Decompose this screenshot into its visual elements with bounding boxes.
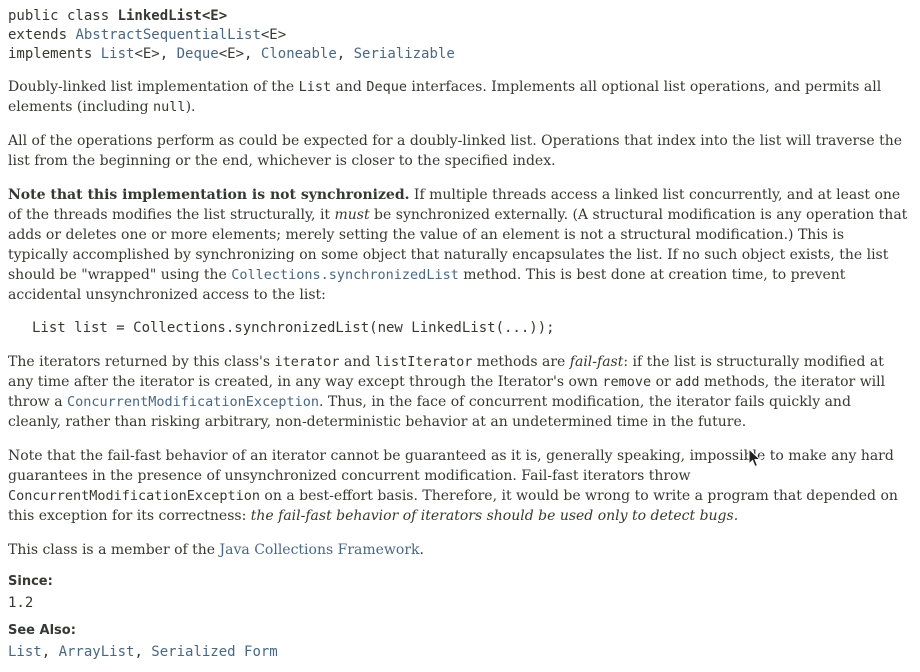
fail-fast-paragraph: The iterators returned by this class's i…	[8, 352, 908, 432]
text: ).	[185, 99, 196, 115]
code-listiterator: listIterator	[374, 354, 473, 370]
class-name: LinkedList<E>	[117, 8, 228, 24]
interface-link-serializable[interactable]: Serializable	[354, 46, 455, 62]
separator: ,	[336, 46, 354, 62]
generic-type: <E>	[134, 46, 160, 62]
code-iterator: iterator	[274, 354, 340, 370]
text: or	[651, 374, 676, 390]
separator: ,	[134, 644, 152, 660]
interface-link-list[interactable]: List	[101, 46, 135, 62]
text: Doubly-linked list implementation of the	[8, 79, 299, 95]
implements-keyword: implements	[8, 46, 101, 62]
code-exception: ConcurrentModificationException	[8, 488, 260, 504]
text: methods are	[472, 354, 570, 370]
text: and	[339, 354, 375, 370]
collections-member-paragraph: This class is a member of the Java Colle…	[8, 540, 908, 560]
extends-keyword: extends	[8, 27, 76, 43]
code-example: List list = Collections.synchronizedList…	[32, 320, 555, 336]
emphasis: the fail-fast behavior of iterators shou…	[250, 508, 739, 524]
separator: ,	[244, 46, 261, 62]
code-list: List	[298, 79, 332, 95]
text: .	[419, 542, 424, 558]
see-also-label: See Also:	[8, 623, 76, 638]
code-null: null	[153, 99, 186, 115]
separator: ,	[159, 46, 177, 62]
class-documentation: public class LinkedList<E> extends Abstr…	[8, 7, 908, 672]
see-also-list-link[interactable]: List	[8, 644, 42, 660]
interface-link-deque[interactable]: Deque	[177, 46, 219, 62]
signature-modifiers: public class	[8, 8, 118, 24]
separator: ,	[41, 644, 59, 660]
mouse-cursor-icon	[748, 448, 762, 468]
code-deque: Deque	[366, 79, 407, 95]
since-label: Since:	[8, 574, 53, 589]
code-remove: remove	[602, 374, 652, 390]
code-add: add	[675, 374, 700, 390]
superclass-link[interactable]: AbstractSequentialList	[75, 27, 260, 43]
text: The iterators returned by this class's	[8, 354, 275, 370]
see-also-links: List, ArrayList, Serialized Form	[8, 643, 908, 662]
emphasis: fail-fast	[569, 354, 624, 370]
interface-link-cloneable[interactable]: Cloneable	[261, 46, 337, 62]
class-signature: public class LinkedList<E> extends Abstr…	[8, 7, 908, 64]
synchronization-paragraph: Note that this implementation is not syn…	[8, 185, 908, 305]
see-also-serialized-form-link[interactable]: Serialized Form	[151, 644, 277, 660]
emphasis: must	[334, 207, 370, 223]
description-paragraph-2: All of the operations perform as could b…	[8, 133, 903, 169]
synchronizedlist-link[interactable]: Collections.synchronizedList	[231, 267, 459, 283]
since-value: 1.2	[8, 595, 34, 611]
superclass-generic: <E>	[260, 27, 287, 43]
see-also-arraylist-link[interactable]: ArrayList	[59, 644, 135, 660]
text: and	[331, 79, 367, 95]
sync-warning: Note that this implementation is not syn…	[8, 187, 410, 203]
collections-framework-link[interactable]: Java Collections Framework	[220, 542, 420, 558]
generic-type: <E>	[218, 46, 245, 62]
text: This class is a member of the	[8, 542, 220, 558]
concurrentmodificationexception-link[interactable]: ConcurrentModificationException	[67, 394, 319, 410]
description-paragraph-1: Doubly-linked list implementation of the…	[8, 77, 908, 117]
fail-fast-note-paragraph: Note that the fail-fast behavior of an i…	[8, 446, 908, 526]
